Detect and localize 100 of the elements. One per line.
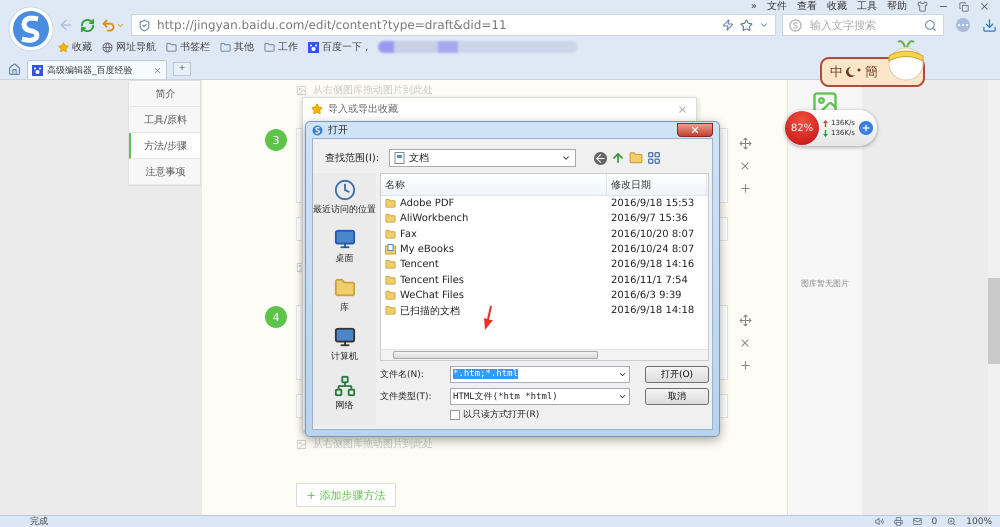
add-icon[interactable] xyxy=(739,182,752,195)
refresh-icon[interactable] xyxy=(80,18,95,32)
bookmark-item[interactable]: 其他 xyxy=(220,40,254,54)
download-icon[interactable] xyxy=(982,18,997,32)
paw-icon xyxy=(308,42,319,52)
file-name[interactable]: Adobe PDF xyxy=(400,198,454,210)
bookmark-item[interactable]: 工作 xyxy=(264,40,298,54)
file-name[interactable]: My eBooks xyxy=(400,244,454,256)
folder-icon xyxy=(385,305,396,316)
lightning-icon[interactable] xyxy=(722,19,734,31)
move-icon[interactable] xyxy=(739,314,752,327)
document-icon xyxy=(394,152,406,164)
speaker-icon[interactable] xyxy=(874,517,884,526)
file-date: 2016/10/24 8:07 xyxy=(610,244,696,256)
folder-icon xyxy=(385,228,396,240)
folder-icon xyxy=(385,259,396,270)
search-box[interactable]: 输入文字搜索 xyxy=(782,14,944,36)
read-only-checkbox[interactable] xyxy=(450,410,460,420)
folder-icon xyxy=(385,290,396,301)
close-icon[interactable] xyxy=(739,337,751,349)
restore-icon[interactable] xyxy=(959,2,969,12)
globe-icon xyxy=(102,42,113,52)
file-name[interactable]: Fax xyxy=(400,228,417,240)
sogou-icon xyxy=(789,18,802,32)
file-name[interactable]: AliWorkbench xyxy=(400,213,468,224)
message-count[interactable]: 0 xyxy=(932,516,938,526)
zoom-icon[interactable] xyxy=(947,517,956,526)
place-item[interactable]: 网络 xyxy=(334,375,356,412)
home-icon[interactable] xyxy=(8,63,21,76)
place-item[interactable]: 桌面 xyxy=(334,228,356,265)
view-menu-icon[interactable] xyxy=(647,151,662,165)
printer-icon[interactable] xyxy=(894,517,903,526)
search-icon[interactable] xyxy=(924,18,937,32)
bookmark-item[interactable]: 网址导航 xyxy=(102,40,156,54)
checkbox-label: 以只读方式打开(R) xyxy=(463,408,540,421)
bookmark-item[interactable]: 收藏 xyxy=(58,40,92,54)
file-date: 2016/9/18 14:18 xyxy=(610,305,696,316)
look-in-select[interactable]: 文档 xyxy=(389,149,576,167)
file-name[interactable]: Tencent xyxy=(400,259,439,270)
column-header[interactable]: 修改日期 xyxy=(607,174,707,195)
place-item[interactable]: 最近访问的位置 xyxy=(313,179,376,216)
clock-icon xyxy=(334,179,356,201)
star-icon xyxy=(311,103,323,115)
folder-icon xyxy=(264,42,275,52)
file-name[interactable]: Tencent Files xyxy=(400,274,464,286)
new-folder-icon[interactable] xyxy=(629,151,644,165)
file-date: 2016/9/18 14:16 xyxy=(610,259,696,270)
scrollbar-thumb[interactable] xyxy=(393,351,598,359)
browser-logo[interactable] xyxy=(8,6,54,52)
up-folder-icon[interactable] xyxy=(611,151,626,165)
mail-icon[interactable] xyxy=(912,517,922,526)
shirt-icon[interactable] xyxy=(917,1,928,12)
menu-item[interactable]: 查看 xyxy=(797,0,817,12)
up-arrow-icon xyxy=(823,120,828,126)
back-icon[interactable] xyxy=(594,152,608,164)
address-field[interactable]: http://jingyan.baidu.com/edit/content?type=draft&did=11 xyxy=(131,14,776,36)
menu-item[interactable]: 工具 xyxy=(857,0,877,12)
file-name[interactable]: 已扫描的文档 xyxy=(400,304,460,318)
file-name[interactable]: WeChat Files xyxy=(400,290,464,301)
place-item[interactable]: 库 xyxy=(334,277,356,314)
move-icon[interactable] xyxy=(739,137,752,150)
close-icon[interactable] xyxy=(979,1,990,12)
file-name-label: 文件名(N): xyxy=(380,368,425,380)
zoom-level[interactable]: 100% xyxy=(966,516,992,526)
menu-item[interactable]: 收藏 xyxy=(827,0,847,12)
shield-icon xyxy=(138,18,151,32)
file-type-select[interactable]: HTML文件(*htm *html) xyxy=(450,388,630,404)
column-header[interactable]: 名称 xyxy=(381,174,607,195)
bookmark-item[interactable]: 百度一下 , xyxy=(308,40,368,54)
close-icon xyxy=(690,125,700,135)
add-icon[interactable] xyxy=(858,121,873,135)
new-tab-button[interactable]: + xyxy=(173,62,191,76)
folder-icon xyxy=(166,42,177,52)
place-item[interactable]: 计算机 xyxy=(331,326,358,363)
menu-item[interactable]: 帮助 xyxy=(887,0,907,12)
star-icon[interactable] xyxy=(740,18,753,32)
search-field[interactable]: 输入文字搜索 xyxy=(808,18,918,32)
file-date: 2016/6/3 9:39 xyxy=(610,290,683,301)
close-icon[interactable] xyxy=(677,104,688,114)
browser-tab[interactable]: 高级编辑器_百度经验 xyxy=(27,60,167,79)
close-button[interactable] xyxy=(677,123,713,137)
scrollbar-thumb[interactable] xyxy=(988,278,1000,364)
menu-item[interactable]: 文件 xyxy=(767,0,787,12)
file-date: 2016/9/18 15:53 xyxy=(610,198,696,210)
more-menu[interactable]: » xyxy=(750,0,757,12)
close-icon[interactable] xyxy=(739,160,751,172)
more-icon[interactable] xyxy=(956,18,970,32)
bookmark-item[interactable]: 书签栏 xyxy=(166,40,210,54)
file-date: 2016/9/7 15:36 xyxy=(610,213,689,224)
look-in-label: 查找范围(I): xyxy=(325,152,380,165)
dialog-title: 打开 xyxy=(328,124,348,137)
file-date: 2016/10/20 8:07 xyxy=(610,228,696,240)
cancel-button[interactable]: 取消 xyxy=(645,388,709,404)
close-icon[interactable] xyxy=(153,66,162,74)
paw-icon xyxy=(32,64,43,76)
undo-icon[interactable] xyxy=(101,18,116,32)
open-button[interactable]: 打开(O) xyxy=(645,366,709,382)
nav-item[interactable]: 方法/步骤 xyxy=(129,133,200,159)
annotation-arrow xyxy=(481,306,495,330)
add-icon[interactable] xyxy=(739,359,752,372)
